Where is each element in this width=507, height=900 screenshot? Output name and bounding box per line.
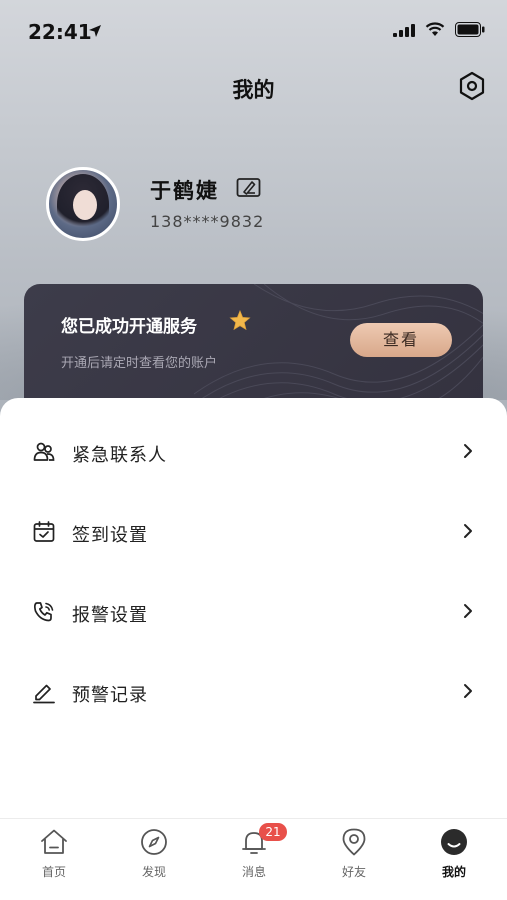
calendar-check-icon xyxy=(33,521,55,542)
tab-mine[interactable]: 我的 xyxy=(419,825,489,885)
menu-item-alarm-settings[interactable]: 报警设置 xyxy=(0,582,507,642)
menu-item-label: 紧急联系人 xyxy=(72,445,167,466)
tab-messages[interactable]: 21 消息 xyxy=(219,823,289,885)
edit-card-icon[interactable] xyxy=(236,176,262,198)
menu-item-label: 签到设置 xyxy=(72,525,148,546)
page-title: 我的 xyxy=(232,78,275,102)
service-card-subtitle: 开通后请定时查看您的账户 xyxy=(61,356,218,371)
tab-label: 首页 xyxy=(41,865,66,879)
tab-label: 消息 xyxy=(241,865,266,879)
menu-item-checkin-settings[interactable]: 签到设置 xyxy=(0,502,507,562)
tab-bar: 首页 发现 21 消息 好友 我的 xyxy=(0,818,507,900)
battery-icon xyxy=(455,22,485,37)
view-button[interactable]: 查看 xyxy=(350,323,452,357)
phone-alarm-icon xyxy=(33,602,54,622)
pen-record-icon xyxy=(33,684,55,704)
chevron-right-icon xyxy=(464,684,472,698)
profile-face-icon xyxy=(441,829,467,855)
location-pin-icon xyxy=(342,828,366,856)
tab-label: 我的 xyxy=(441,865,466,879)
menu-item-label: 报警设置 xyxy=(72,605,148,626)
tab-discover[interactable]: 发现 xyxy=(119,825,189,885)
menu-item-emergency-contacts[interactable]: 紧急联系人 xyxy=(0,422,507,482)
status-indicators xyxy=(393,22,485,37)
contacts-icon xyxy=(33,442,55,461)
tab-friends[interactable]: 好友 xyxy=(319,825,389,885)
settings-hexagon-icon xyxy=(459,71,485,101)
phone-number: 138****9832 xyxy=(150,212,265,231)
unread-badge: 21 xyxy=(259,823,287,841)
tab-label: 发现 xyxy=(141,865,166,879)
home-icon xyxy=(41,829,67,854)
star-badge-icon xyxy=(229,310,251,331)
chevron-right-icon xyxy=(464,444,472,458)
signal-icon xyxy=(393,23,415,37)
wifi-icon xyxy=(425,22,445,36)
compass-icon xyxy=(141,829,167,855)
status-time: 22:41 xyxy=(28,20,92,44)
tab-home[interactable]: 首页 xyxy=(19,825,89,885)
avatar-face xyxy=(73,190,97,220)
chevron-right-icon xyxy=(464,524,472,538)
service-card-title: 您已成功开通服务 xyxy=(61,317,197,337)
tab-label: 好友 xyxy=(341,865,366,879)
location-arrow-icon xyxy=(89,25,101,37)
chevron-right-icon xyxy=(464,604,472,618)
avatar[interactable] xyxy=(46,167,120,241)
status-bar: 22:41 xyxy=(0,18,507,46)
user-name: 于鹤婕 xyxy=(150,179,219,203)
menu-sheet: 紧急联系人 签到设置 报警设置 预警记录 xyxy=(0,398,507,818)
menu-item-warning-records[interactable]: 预警记录 xyxy=(0,662,507,722)
settings-button[interactable] xyxy=(457,70,487,102)
menu-item-label: 预警记录 xyxy=(72,685,148,706)
